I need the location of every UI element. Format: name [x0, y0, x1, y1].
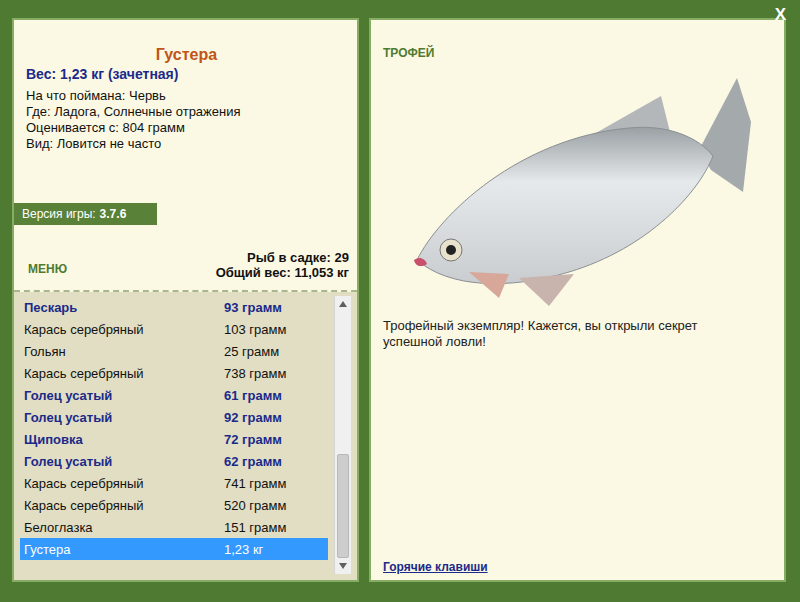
fish-detail: Где: Ладога, Солнечные отражения: [26, 104, 347, 120]
catch-row[interactable]: Щиповка72 грамм: [20, 428, 328, 450]
catch-list: Пескарь93 граммКарась серебряный103 грам…: [14, 292, 357, 580]
catch-row[interactable]: Пескарь93 грамм: [20, 296, 328, 318]
arrow-down-icon: [339, 563, 347, 569]
catch-row[interactable]: Карась серебряный741 грамм: [20, 472, 328, 494]
catch-row[interactable]: Карась серебряный738 грамм: [20, 362, 328, 384]
close-button[interactable]: X: [771, 3, 790, 27]
fish-icon: [399, 60, 759, 310]
keepnet-summary: Рыб в садке: 29Общий вес: 11,053 кг: [216, 250, 349, 280]
left-panel: Густера Вес: 1,23 кг (зачетная) На что пой…: [12, 18, 359, 582]
catch-row[interactable]: Карась серебряный520 грамм: [20, 494, 328, 516]
catch-row[interactable]: Голец усатый62 грамм: [20, 450, 328, 472]
catch-row[interactable]: Белоглазка151 грамм: [20, 516, 328, 538]
scroll-up-button[interactable]: [335, 296, 351, 312]
catch-row[interactable]: Голец усатый61 грамм: [20, 384, 328, 406]
catch-row[interactable]: Густера1,23 кг: [20, 538, 328, 560]
menu-button[interactable]: МЕНЮ: [28, 262, 67, 276]
catch-row[interactable]: Карась серебряный103 грамм: [20, 318, 328, 340]
fish-detail: Оценивается с: 804 грамм: [26, 120, 347, 136]
right-panel: ТРОФЕЙ Трофейный экземпляр! Кажется, вы о…: [369, 18, 786, 582]
trophy-message: Трофейный экземпляр! Кажется, вы открыли…: [383, 318, 774, 350]
menu-row: МЕНЮ Рыб в садке: 29Общий вес: 11,053 кг: [14, 225, 357, 292]
fish-card-window: Густера Вес: 1,23 кг (зачетная) На что пой…: [0, 0, 800, 602]
version-bar: Версия игры:3.7.6: [14, 203, 157, 225]
trophy-badge: ТРОФЕЙ: [383, 46, 774, 60]
fish-info: Густера Вес: 1,23 кг (зачетная) На что пой…: [14, 20, 357, 203]
fish-picture: [383, 60, 774, 310]
fish-name: Густера: [26, 46, 347, 64]
catch-row[interactable]: Голец усатый92 грамм: [20, 406, 328, 428]
fish-detail: На что поймана: Червь: [26, 88, 347, 104]
scroll-track[interactable]: [335, 312, 351, 558]
fish-detail: Вид: Ловится не часто: [26, 136, 347, 152]
arrow-up-icon: [339, 301, 347, 307]
fish-weight: Вес: 1,23 кг (зачетная): [26, 66, 347, 82]
scroll-thumb[interactable]: [337, 454, 349, 558]
catch-row[interactable]: Гольян25 грамм: [20, 340, 328, 362]
scrollbar[interactable]: [334, 296, 351, 574]
scroll-down-button[interactable]: [335, 558, 351, 574]
hotkeys-link[interactable]: Горячие клавиши: [383, 560, 774, 574]
